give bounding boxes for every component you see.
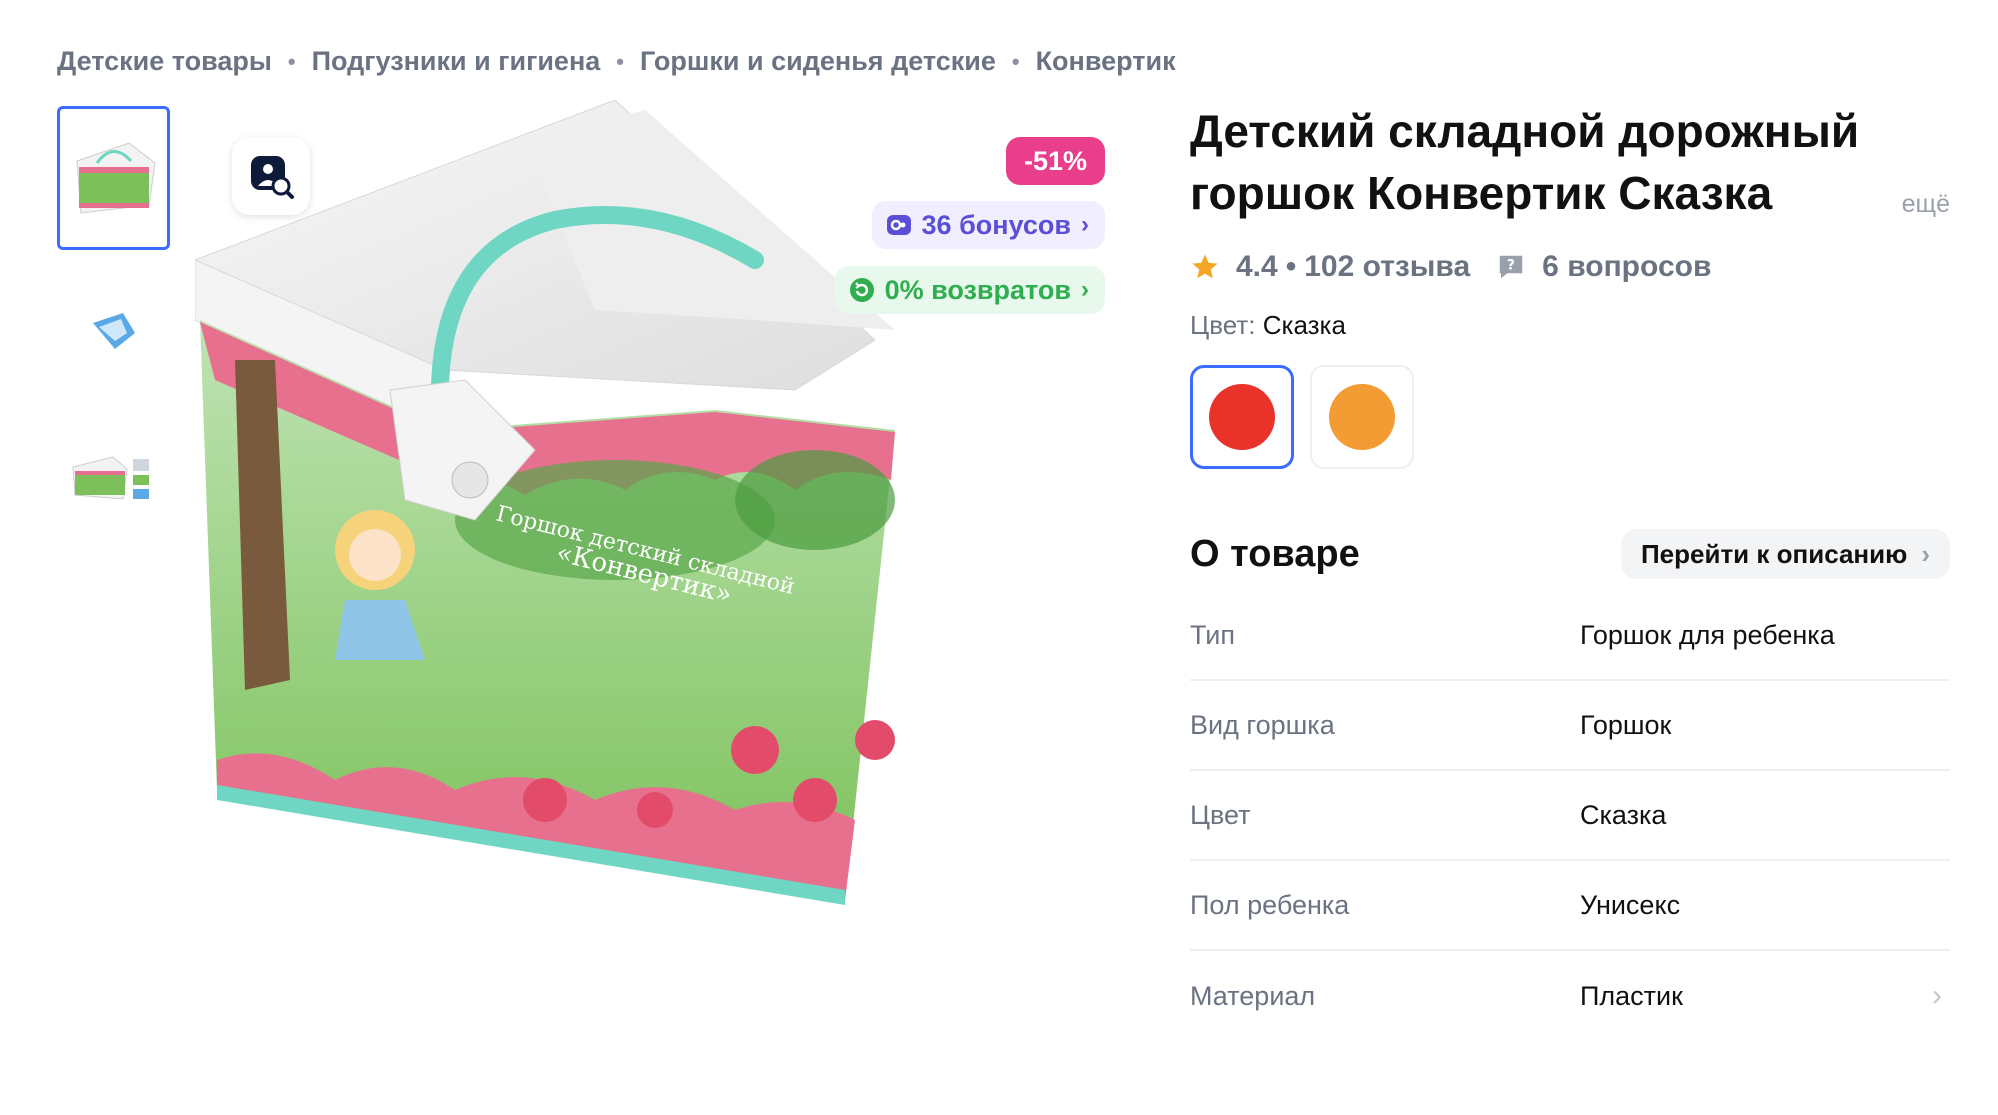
chevron-right-icon: ›: [1081, 276, 1089, 303]
rating-row: 4.4 • 102 отзыва ? 6 вопросов: [1190, 250, 1950, 284]
bonus-badge[interactable]: 36 бонусов ›: [871, 201, 1105, 249]
breadcrumb-separator: •: [287, 48, 296, 74]
breadcrumb-item-konvertik[interactable]: Конвертик: [1036, 46, 1176, 77]
rating-separator: •: [1285, 250, 1297, 283]
spec-row: Пол ребенка Унисекс: [1190, 861, 1950, 951]
bonus-icon: [886, 215, 911, 235]
product-thumbnail-image: [71, 456, 149, 500]
questions-link[interactable]: 6 вопросов: [1542, 250, 1711, 284]
more-link[interactable]: ещё: [1902, 190, 1950, 219]
swatch-red[interactable]: [1190, 365, 1294, 469]
spec-value: Горшок для ребенка: [1580, 619, 1835, 650]
color-label-prefix: Цвет:: [1190, 310, 1256, 340]
spec-row: Цвет Сказка: [1190, 771, 1950, 861]
breadcrumb-item-kids-goods[interactable]: Детские товары: [57, 46, 272, 77]
product-thumbnail-image: [92, 313, 135, 349]
svg-text:?: ?: [1507, 258, 1515, 274]
product-thumbnail-image: [75, 142, 156, 214]
breadcrumb-separator: •: [616, 48, 624, 74]
returns-label: 0% возвратов: [884, 274, 1071, 305]
thumbnail-1[interactable]: [57, 106, 170, 250]
spec-key: Вид горшка: [1190, 709, 1335, 740]
image-search-icon: [251, 156, 294, 199]
chevron-right-icon: ›: [1081, 211, 1089, 238]
about-title: О товаре: [1190, 532, 1360, 575]
image-search-button[interactable]: [232, 137, 310, 215]
spec-row: Вид горшка Горшок: [1190, 681, 1950, 771]
question-icon: ?: [1499, 255, 1523, 279]
spec-row: Тип Горшок для ребенка: [1190, 591, 1950, 681]
breadcrumb: Детские товары • Подгузники и гигиена • …: [57, 46, 1176, 77]
main-product-image[interactable]: Горшок детский складной «Конвертик» -51%…: [195, 100, 1115, 930]
breadcrumb-item-potties[interactable]: Горшки и сиденья детские: [640, 46, 996, 77]
spec-value: Пластик: [1580, 980, 1683, 1011]
spec-row[interactable]: Материал Пластик ›: [1190, 951, 1950, 1041]
swatch-red-dot: [1209, 384, 1275, 450]
star-icon: [1192, 254, 1218, 279]
returns-icon: [849, 278, 874, 302]
spec-key: Материал: [1190, 980, 1316, 1011]
chevron-right-icon: ›: [1921, 538, 1930, 569]
specs-table: Тип Горшок для ребенка Вид горшка Горшок…: [1190, 591, 1950, 1041]
spec-key: Тип: [1190, 619, 1236, 650]
goto-description-button[interactable]: Перейти к описанию ›: [1620, 529, 1950, 579]
rating-value: 4.4: [1236, 250, 1278, 283]
breadcrumb-item-diapers-hygiene[interactable]: Подгузники и гигиена: [312, 46, 601, 77]
spec-key: Цвет: [1190, 799, 1251, 830]
thumbnail-list: [57, 106, 170, 556]
chevron-right-icon: ›: [1932, 979, 1942, 1012]
thumbnail-2[interactable]: [57, 256, 170, 400]
product-info: Детский складной дорожный горшок Конверт…: [1190, 100, 1950, 1041]
reviews-link[interactable]: 102 отзыва: [1304, 250, 1470, 284]
bonus-label: 36 бонусов: [921, 209, 1071, 240]
spec-value: Унисекс: [1580, 889, 1681, 920]
color-swatches: [1190, 365, 1950, 469]
thumbnail-3[interactable]: [57, 406, 170, 550]
swatch-orange-dot: [1329, 384, 1395, 450]
goto-description-label: Перейти к описанию: [1640, 538, 1908, 569]
color-label-value: Сказка: [1262, 310, 1346, 340]
returns-badge[interactable]: 0% возвратов ›: [834, 266, 1105, 314]
spec-value: Горшок: [1580, 709, 1672, 740]
spec-value: Сказка: [1580, 799, 1667, 830]
product-title: Детский складной дорожный горшок Конверт…: [1190, 105, 1860, 219]
breadcrumb-separator: •: [1011, 48, 1020, 74]
color-label: Цвет: Сказка: [1190, 310, 1950, 341]
discount-badge: -51%: [1005, 137, 1105, 185]
swatch-orange[interactable]: [1310, 365, 1414, 469]
spec-key: Пол ребенка: [1190, 889, 1350, 920]
about-header: О товаре Перейти к описанию ›: [1190, 529, 1950, 579]
